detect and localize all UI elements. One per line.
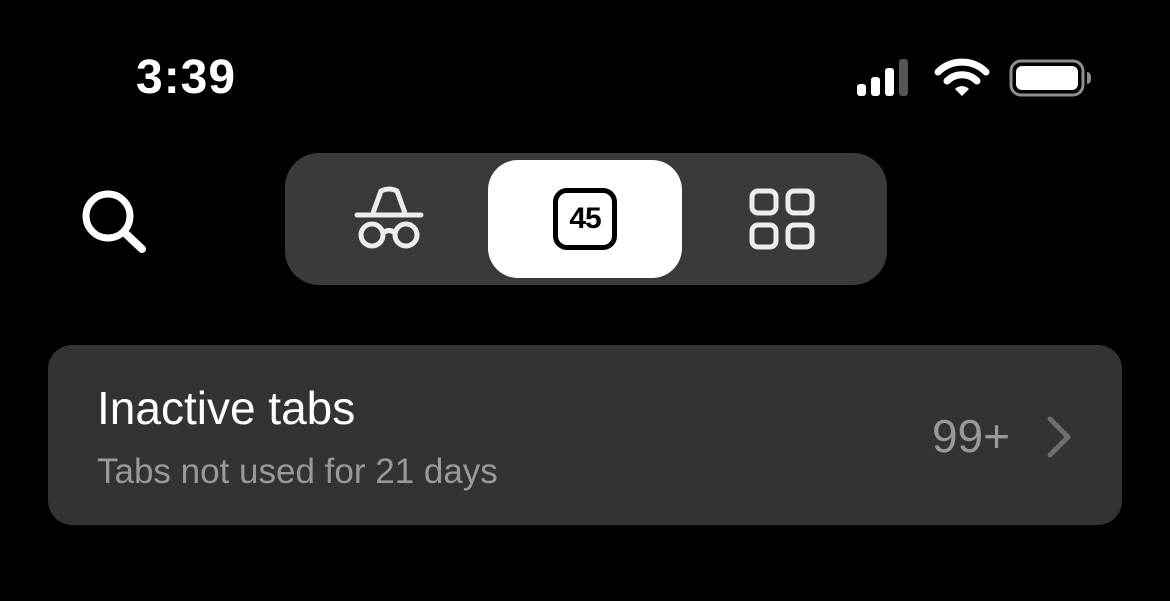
- segment-private-tabs[interactable]: [292, 160, 486, 278]
- tab-mode-segmented-control: 45: [285, 153, 887, 285]
- tab-switcher-screen: 3:39 45 Inactive tabs Tabs not used for …: [0, 0, 1170, 601]
- grid-icon: [749, 188, 815, 250]
- incognito-icon: [354, 186, 424, 249]
- status-time: 3:39: [136, 51, 237, 104]
- inactive-tabs-count: 99+: [931, 410, 1010, 462]
- tab-count-value: 45: [569, 202, 601, 235]
- wifi-icon: [934, 58, 990, 96]
- segment-tab-groups[interactable]: [685, 160, 879, 278]
- inactive-tabs-row[interactable]: Inactive tabs Tabs not used for 21 days …: [48, 345, 1122, 525]
- chevron-right-icon: [1047, 416, 1071, 458]
- tab-count-icon: 45: [553, 188, 617, 250]
- search-icon: [82, 190, 146, 253]
- status-icons: [855, 56, 1095, 100]
- search-button[interactable]: [78, 188, 154, 256]
- segment-open-tabs[interactable]: 45: [488, 160, 682, 278]
- cellular-signal-icon: [857, 59, 908, 96]
- inactive-tabs-title: Inactive tabs: [97, 382, 356, 434]
- inactive-tabs-subtitle: Tabs not used for 21 days: [97, 452, 498, 491]
- battery-icon: [1009, 59, 1091, 97]
